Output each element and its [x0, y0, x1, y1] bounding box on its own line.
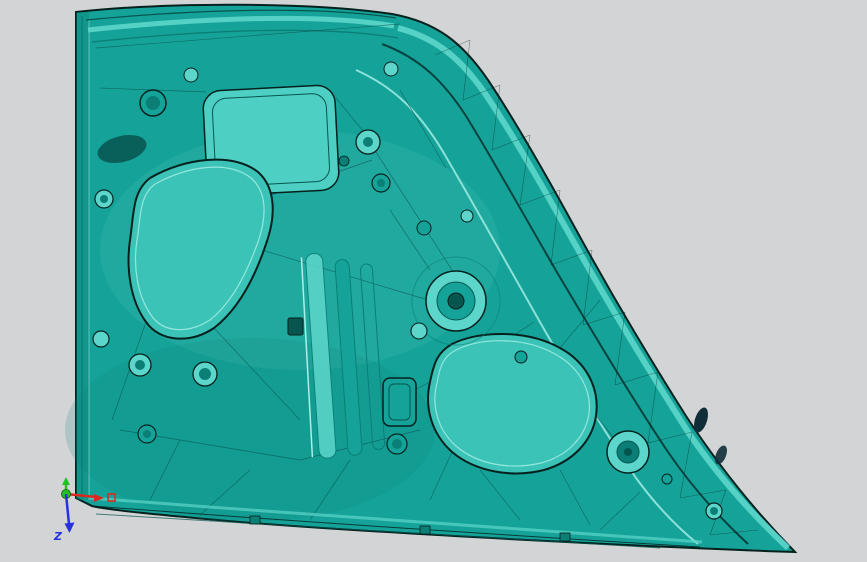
sill-clip — [559, 532, 571, 542]
hole — [199, 368, 211, 380]
hole — [338, 155, 350, 167]
hole — [383, 61, 399, 77]
hole — [92, 330, 110, 348]
axis-z-arrow-icon — [64, 522, 75, 533]
axis-z-label: Z — [53, 530, 63, 543]
dark-square-slot — [287, 317, 304, 336]
boss-hole — [447, 292, 465, 310]
hole — [514, 350, 528, 364]
access-rect-outer — [382, 377, 417, 427]
hole — [143, 430, 151, 438]
sill-clip — [419, 525, 431, 535]
hole — [661, 473, 673, 485]
axis-y-arrow-icon — [62, 477, 70, 485]
hole — [100, 195, 108, 203]
access-rect — [382, 377, 417, 427]
sill-clip — [249, 515, 261, 525]
axis-z-line — [64, 493, 71, 525]
cad-viewport[interactable]: Z — [0, 0, 867, 562]
hole — [377, 179, 385, 187]
hole — [363, 137, 373, 147]
lr-boss-hole — [624, 448, 632, 456]
hole — [135, 360, 145, 370]
hole — [460, 209, 474, 223]
part-door-inner-panel[interactable] — [65, 3, 798, 554]
hole — [410, 322, 428, 340]
lower-right-boss — [606, 430, 650, 474]
cutout-right — [427, 332, 598, 475]
hole — [146, 96, 160, 110]
model-canvas[interactable]: Z — [0, 0, 867, 562]
hole — [183, 67, 199, 83]
hole — [392, 439, 402, 449]
hole — [416, 220, 432, 236]
hole — [710, 507, 718, 515]
